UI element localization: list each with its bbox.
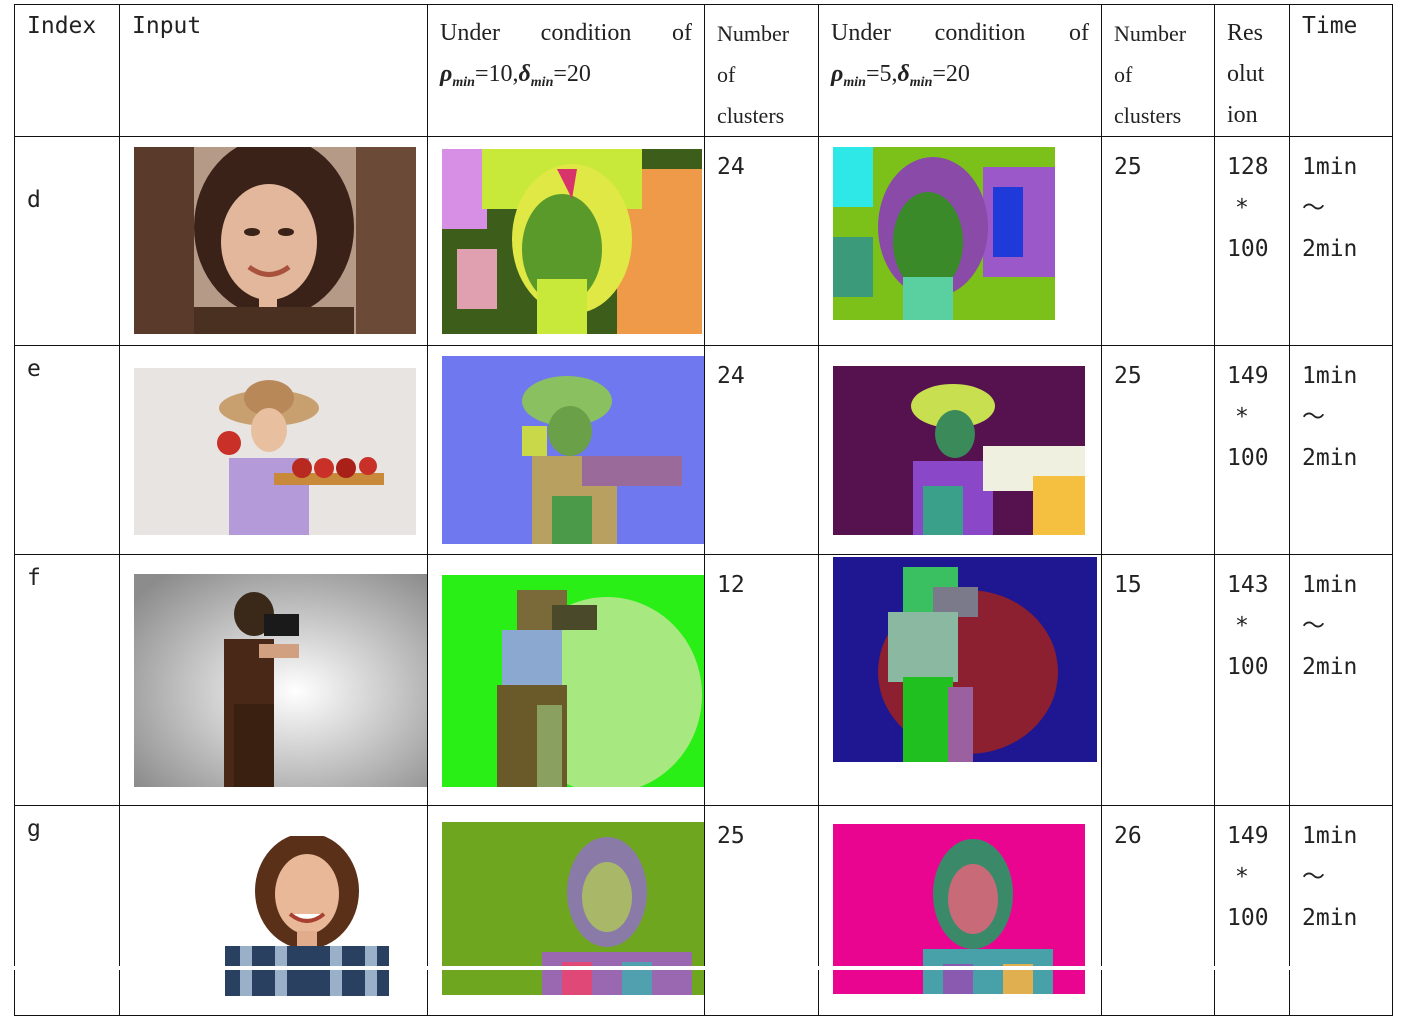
time-cell: 1min ～ 2min (1289, 805, 1393, 1016)
header-input: Input (119, 4, 428, 137)
segmentation-cell-2 (818, 554, 1102, 806)
input-cell (119, 805, 428, 1016)
condition-2-text: Under condition of (831, 20, 1089, 46)
row-index: d (14, 136, 120, 346)
clusters-cell-2: 25 (1101, 345, 1215, 555)
table-row: f 12 15 143 * 100 1min ～ 2min (14, 554, 1393, 806)
header-time: Time (1289, 4, 1393, 137)
input-cell (119, 345, 428, 555)
segmentation-image-f-2 (833, 557, 1097, 762)
segmentation-cell-1 (427, 345, 705, 555)
segmentation-cell-2 (818, 345, 1102, 555)
input-image-smiling-woman (220, 836, 394, 996)
segmentation-cell-1 (427, 136, 705, 346)
resolution-cell: 149 * 100 (1214, 345, 1290, 555)
clusters-cell-1: 24 (704, 345, 819, 555)
header-clusters-1: Number of clusters (704, 4, 819, 137)
time-cell: 1min ～ 2min (1289, 554, 1393, 806)
input-image-girl-hat (134, 368, 416, 535)
resolution-cell: 149 * 100 (1214, 805, 1290, 1016)
header-resolution: Res olut ion (1214, 4, 1290, 137)
segmentation-image-e-2 (833, 366, 1085, 535)
condition-1-text: Under condition of (440, 20, 692, 46)
condition-1-formula: ρmin=10,δmin=20 (440, 61, 591, 90)
resolution-cell: 143 * 100 (1214, 554, 1290, 806)
results-table: Index Input Under condition of ρmin=10,δ… (14, 4, 1393, 1016)
input-image-portrait (134, 147, 416, 334)
row-index: g (14, 805, 120, 1016)
clusters-cell-1: 12 (704, 554, 819, 806)
clusters-cell-2: 25 (1101, 136, 1215, 346)
page-break-gap (14, 966, 1392, 970)
resolution-cell: 128 * 100 (1214, 136, 1290, 346)
clusters-cell-2: 15 (1101, 554, 1215, 806)
clusters-cell-1: 24 (704, 136, 819, 346)
condition-2-formula: ρmin=5,δmin=20 (831, 61, 970, 90)
time-cell: 1min ～ 2min (1289, 345, 1393, 555)
header-index: Index (14, 4, 120, 137)
segmentation-image-e-1 (442, 356, 704, 544)
segmentation-image-d-1 (442, 149, 702, 334)
header-clusters-2: Number of clusters (1101, 4, 1215, 137)
segmentation-cell-2 (818, 136, 1102, 346)
time-cell: 1min ～ 2min (1289, 136, 1393, 346)
segmentation-image-d-2 (833, 147, 1055, 320)
header-condition-2: Under condition of ρmin=5,δmin=20 (818, 4, 1102, 137)
header-condition-1: Under condition of ρmin=10,δmin=20 (427, 4, 705, 137)
input-cell (119, 554, 428, 806)
input-cell (119, 136, 428, 346)
table-row: e 24 25 149 * 100 1min ～ 2min (14, 345, 1393, 555)
table-row: g 25 26 149 * 100 1min ～ 2min (14, 805, 1393, 1016)
segmentation-image-f-1 (442, 575, 704, 787)
table-row: d 24 25 128 * 100 1min ～ 2min (14, 136, 1393, 346)
segmentation-cell-2 (818, 805, 1102, 1016)
segmentation-cell-1 (427, 554, 705, 806)
row-index: e (14, 345, 120, 555)
segmentation-cell-1 (427, 805, 705, 1016)
header-row: Index Input Under condition of ρmin=10,δ… (14, 4, 1393, 137)
clusters-cell-2: 26 (1101, 805, 1215, 1016)
row-index: f (14, 554, 120, 806)
clusters-cell-1: 25 (704, 805, 819, 1016)
input-image-man-camera (134, 574, 427, 787)
